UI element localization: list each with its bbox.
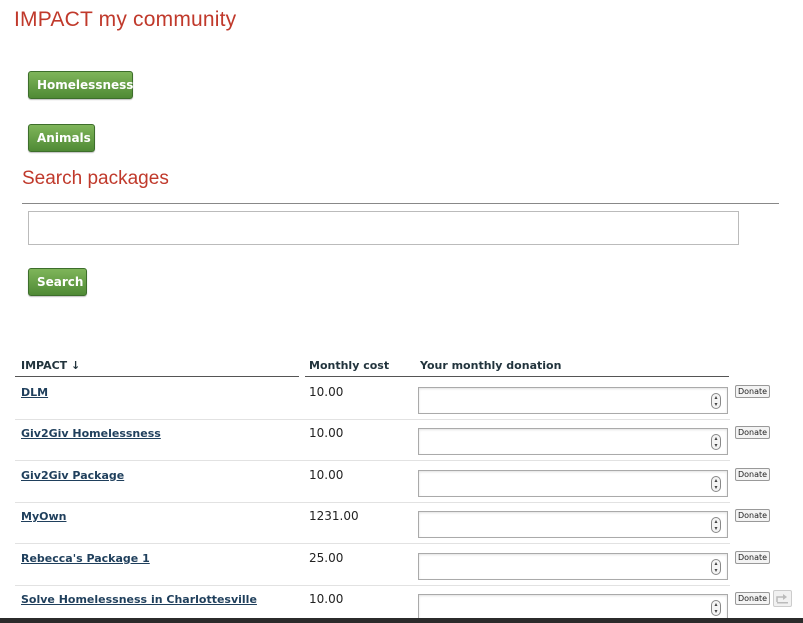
package-link[interactable]: MyOwn [21, 510, 66, 523]
number-spinner-icon[interactable]: ▴ ▾ [711, 600, 721, 616]
donate-button[interactable]: Donate [735, 550, 771, 564]
number-spinner-icon[interactable]: ▴ ▾ [711, 475, 721, 492]
monthly-donation-input[interactable]: ▴ ▾ [418, 511, 728, 539]
package-link[interactable]: Solve Homelessness in Charlottesville [21, 593, 257, 606]
row-divider [15, 543, 730, 545]
monthly-cost-value: 25.00 [309, 550, 344, 565]
donate-button[interactable]: Donate [735, 592, 771, 605]
section-divider [22, 203, 779, 204]
package-link[interactable]: Giv2Giv Homelessness [21, 427, 161, 440]
number-spinner-icon[interactable]: ▴ ▾ [711, 434, 721, 451]
category-button-animals[interactable]: Animals [28, 124, 95, 152]
donate-button[interactable]: Donate [735, 426, 771, 440]
number-spinner-icon[interactable]: ▴ ▾ [711, 393, 721, 409]
package-link[interactable]: Giv2Giv Package [21, 469, 124, 482]
number-spinner-icon[interactable]: ▴ ▾ [711, 517, 721, 534]
monthly-donation-input[interactable]: ▴ ▾ [418, 387, 728, 414]
monthly-cost-value: 10.00 [309, 426, 344, 441]
monthly-donation-input[interactable]: ▴ ▾ [418, 469, 728, 497]
header-rule [15, 376, 299, 377]
donate-button[interactable]: Donate [735, 385, 771, 398]
search-input[interactable] [28, 211, 739, 245]
column-header-impact[interactable]: IMPACT ↓ [21, 359, 80, 372]
monthly-donation-input[interactable]: ▴ ▾ [418, 594, 728, 621]
monthly-cost-value: 10.00 [309, 467, 344, 482]
column-header-monthly-cost: Monthly cost [309, 359, 390, 372]
monthly-cost-value: 10.00 [309, 592, 344, 606]
package-link[interactable]: Rebecca's Package 1 [21, 552, 150, 565]
search-packages-heading: Search packages [22, 168, 169, 189]
monthly-cost-value: 10.00 [309, 385, 344, 399]
row-divider [15, 501, 730, 503]
category-button-homelessness[interactable]: Homelessness [28, 71, 133, 99]
number-spinner-icon[interactable]: ▴ ▾ [711, 558, 721, 575]
app-title: IMPACT my community [14, 8, 237, 31]
monthly-donation-input[interactable]: ▴ ▾ [418, 428, 728, 456]
monthly-cost-value: 1231.00 [309, 509, 359, 524]
row-divider [15, 419, 730, 420]
column-header-your-donation: Your monthly donation [420, 359, 562, 372]
monthly-donation-input[interactable]: ▴ ▾ [418, 552, 728, 580]
window-bottom-border [0, 618, 803, 623]
header-rule [305, 376, 729, 377]
row-divider [15, 584, 730, 586]
row-divider [15, 460, 730, 462]
package-link[interactable]: DLM [21, 386, 48, 399]
share-icon[interactable] [773, 590, 792, 607]
donate-button[interactable]: Donate [735, 509, 771, 523]
search-button[interactable]: Search [28, 268, 87, 296]
donate-button[interactable]: Donate [735, 467, 771, 481]
